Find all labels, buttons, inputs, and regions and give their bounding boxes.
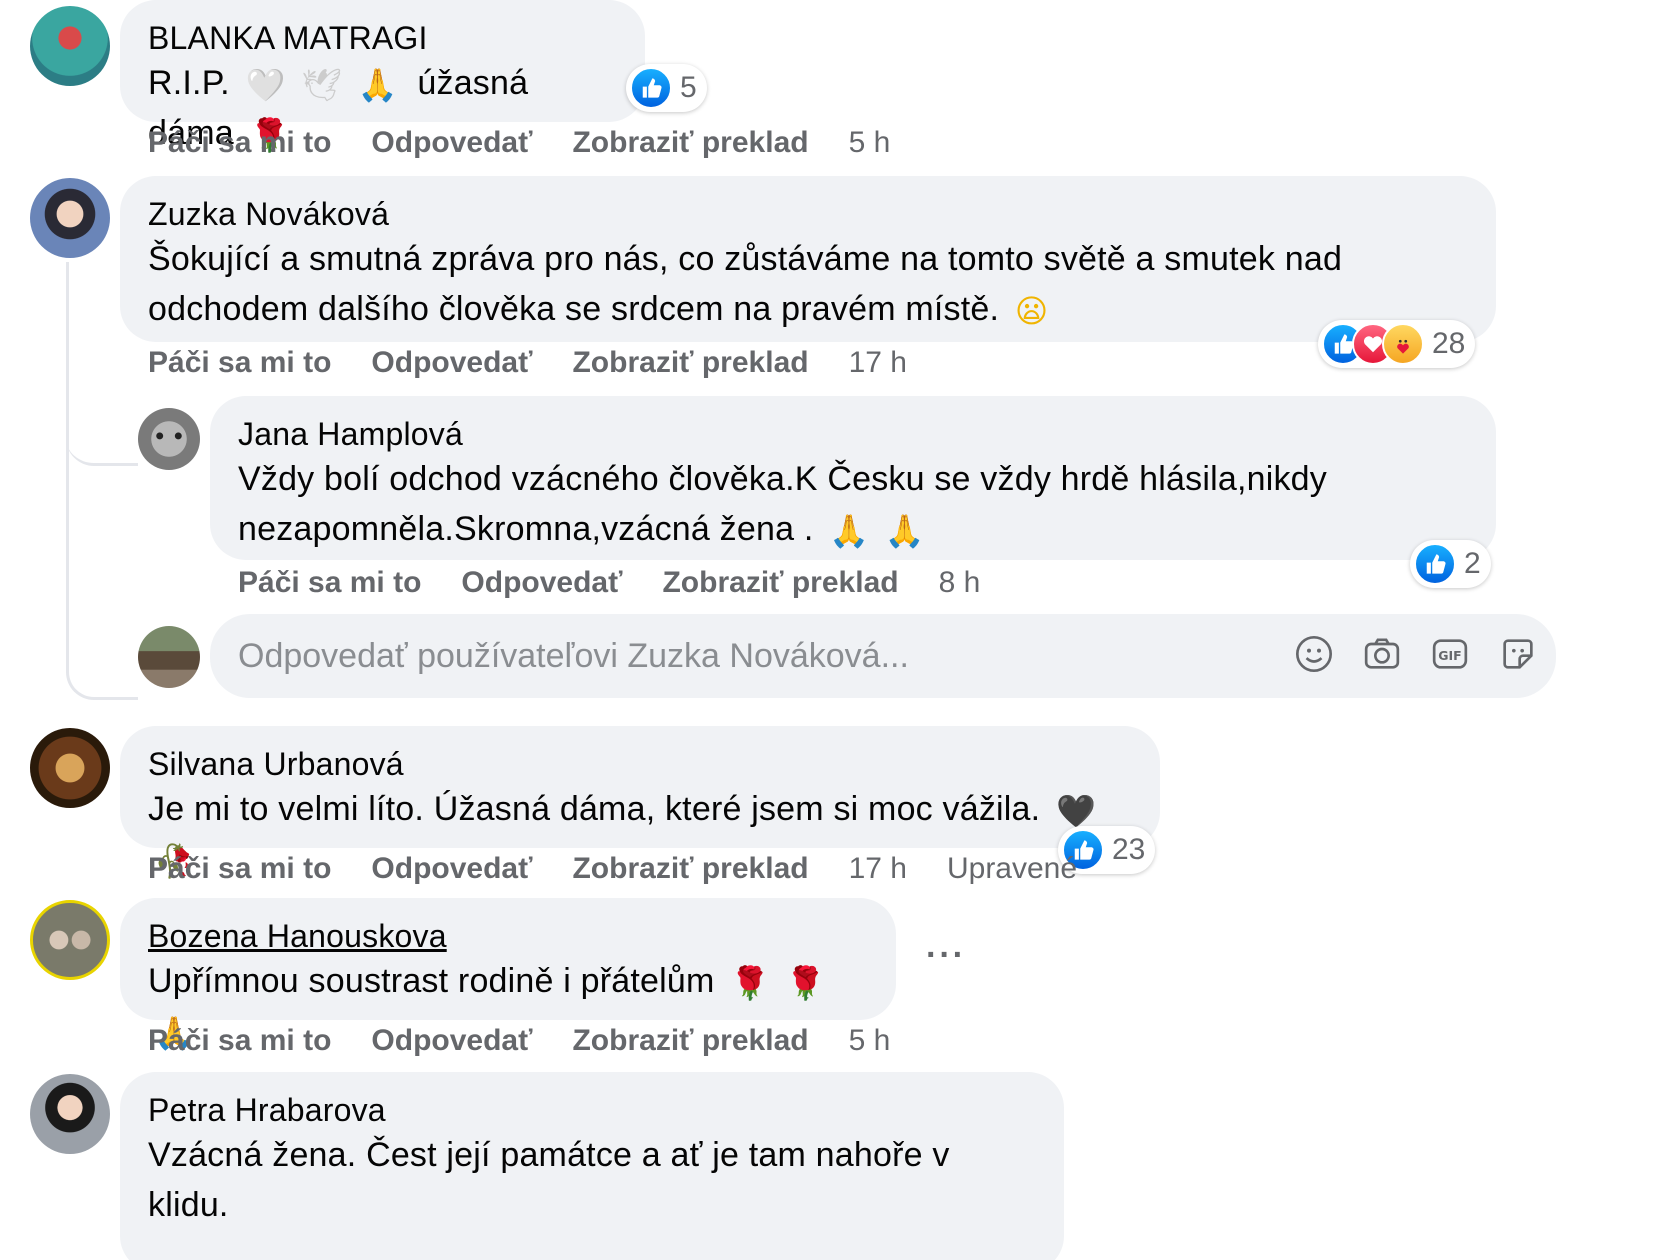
avatar[interactable]	[30, 6, 110, 86]
avatar[interactable]	[138, 408, 200, 470]
avatar[interactable]	[30, 1074, 110, 1154]
comment-bubble: BLANKA MATRAGI R.I.P. 🤍 🕊 🙏 úžasná dáma …	[120, 0, 645, 152]
timestamp[interactable]: 17 h	[849, 346, 907, 380]
comment-actions: Páči sa mi to Odpovedať Zobraziť preklad…	[148, 126, 930, 160]
timestamp[interactable]: 5 h	[849, 1024, 891, 1058]
like-link[interactable]: Páči sa mi to	[148, 346, 331, 380]
frowning-emoji: 😦	[1014, 292, 1049, 331]
avatar[interactable]	[30, 728, 110, 808]
comment-actions: Páči sa mi to Odpovedať Zobraziť preklad…	[148, 346, 947, 380]
translate-link[interactable]: Zobraziť preklad	[572, 1024, 808, 1058]
comment-bubble: Petra Hrabarova Vzácná žena. Čest její p…	[120, 1072, 1064, 1260]
comment-author[interactable]: Bozena Hanouskova	[148, 916, 868, 956]
care-reaction-icon	[1382, 323, 1424, 365]
reaction-summary[interactable]: 28	[1318, 320, 1476, 368]
comment-actions: Páči sa mi to Odpovedať Zobraziť preklad…	[148, 852, 1117, 886]
reply-input[interactable]	[238, 636, 1238, 676]
avatar[interactable]	[30, 900, 110, 980]
like-link[interactable]: Páči sa mi to	[238, 566, 421, 600]
comment-text-part: Je mi to velmi líto. Úžasná dáma, které …	[148, 790, 1041, 828]
rose-emoji: 🌹	[730, 964, 771, 1003]
comment-actions: Páči sa mi to Odpovedať Zobraziť preklad…	[148, 1024, 930, 1058]
reply-link[interactable]: Odpovedať	[461, 566, 622, 600]
reply-text-line-2: nezapomněla.Skromna,vzácná žena . 🙏 🙏	[238, 504, 1468, 554]
timestamp[interactable]: 8 h	[939, 566, 981, 600]
comment-text-part: odchodem dalšího člověka se srdcem na pr…	[148, 290, 1000, 328]
translate-link[interactable]: Zobraziť preklad	[572, 126, 808, 160]
comment-text: Šokující a smutná zpráva pro nás, co zůs…	[148, 234, 1468, 334]
like-link[interactable]: Páči sa mi to	[148, 852, 331, 886]
gif-icon[interactable]: GIF	[1430, 634, 1470, 674]
reply-bubble: Jana Hamplová Vždy bolí odchod vzácného …	[210, 396, 1496, 560]
comment-text-line: Šokující a smutná zpráva pro nás, co zůs…	[148, 240, 1343, 278]
comment-bubble: Zuzka Nováková Šokující a smutná zpráva …	[120, 176, 1496, 342]
reaction-summary[interactable]: 5	[626, 64, 707, 112]
rose-emoji: 🌹	[785, 964, 826, 1003]
timestamp[interactable]: 5 h	[849, 126, 891, 160]
like-link[interactable]: Páči sa mi to	[148, 1024, 331, 1058]
pray-emoji: 🙏	[357, 66, 398, 105]
dove-emoji: 🕊	[301, 66, 343, 105]
thread-curve-replybox	[66, 560, 138, 700]
sticker-icon[interactable]	[1498, 634, 1538, 674]
reply-link[interactable]: Odpovedať	[371, 346, 532, 380]
like-reaction-icon	[1414, 543, 1456, 585]
comment-bubble: Bozena Hanouskova Upřímnou soustrast rod…	[120, 898, 896, 1049]
translate-link[interactable]: Zobraziť preklad	[662, 566, 898, 600]
like-link[interactable]: Páči sa mi to	[148, 126, 331, 160]
reply-link[interactable]: Odpovedať	[371, 1024, 532, 1058]
white-heart-emoji: 🤍	[245, 66, 286, 105]
timestamp[interactable]: 17 h	[849, 852, 907, 886]
smiley-icon[interactable]	[1294, 634, 1334, 674]
reply-input-box[interactable]: GIF	[210, 614, 1556, 698]
reaction-summary[interactable]: 2	[1410, 540, 1491, 588]
reaction-count: 2	[1464, 547, 1481, 580]
reply-text-part: nezapomněla.Skromna,vzácná žena .	[238, 510, 814, 548]
reaction-count: 28	[1432, 327, 1466, 360]
more-options-button[interactable]: ···	[926, 936, 966, 975]
pray-emoji: 🙏	[884, 512, 925, 551]
comment-author[interactable]: BLANKA MATRAGI	[148, 18, 617, 58]
edited-label[interactable]: Upravené	[947, 852, 1077, 886]
reply-text-line: Vždy bolí odchod vzácného člověka.K Česk…	[238, 460, 1327, 498]
pray-emoji: 🙏	[829, 512, 870, 551]
camera-icon[interactable]	[1362, 634, 1402, 674]
comment-text-line-2: odchodem dalšího člověka se srdcem na pr…	[148, 284, 1468, 334]
comment-text: Vzácná žena. Čest její památce a ať je t…	[148, 1136, 950, 1224]
reply-author[interactable]: Jana Hamplová	[238, 414, 1468, 454]
comment-text-part: R.I.P.	[148, 64, 230, 102]
reply-text: Vždy bolí odchod vzácného člověka.K Česk…	[238, 454, 1468, 554]
reaction-count: 5	[680, 71, 697, 104]
avatar[interactable]	[30, 178, 110, 258]
svg-text:GIF: GIF	[1438, 648, 1461, 663]
comment-text-part: Upřímnou soustrast rodině i přátelům	[148, 962, 715, 1000]
thread-curve-reply	[66, 400, 138, 466]
comment-bubble: Silvana Urbanová Je mi to velmi líto. Úž…	[120, 726, 1160, 877]
reply-actions: Páči sa mi to Odpovedať Zobraziť preklad…	[238, 566, 1020, 600]
comment-author[interactable]: Zuzka Nováková	[148, 194, 1468, 234]
reply-link[interactable]: Odpovedať	[371, 126, 532, 160]
comment-author[interactable]: Petra Hrabarova	[148, 1090, 1036, 1130]
translate-link[interactable]: Zobraziť preklad	[572, 852, 808, 886]
black-heart-emoji: 🖤	[1055, 792, 1096, 831]
reply-box-icons: GIF	[1294, 634, 1538, 674]
current-user-avatar	[138, 626, 200, 688]
translate-link[interactable]: Zobraziť preklad	[572, 346, 808, 380]
reply-link[interactable]: Odpovedať	[371, 852, 532, 886]
like-reaction-icon	[630, 67, 672, 109]
comment-author[interactable]: Silvana Urbanová	[148, 744, 1132, 784]
